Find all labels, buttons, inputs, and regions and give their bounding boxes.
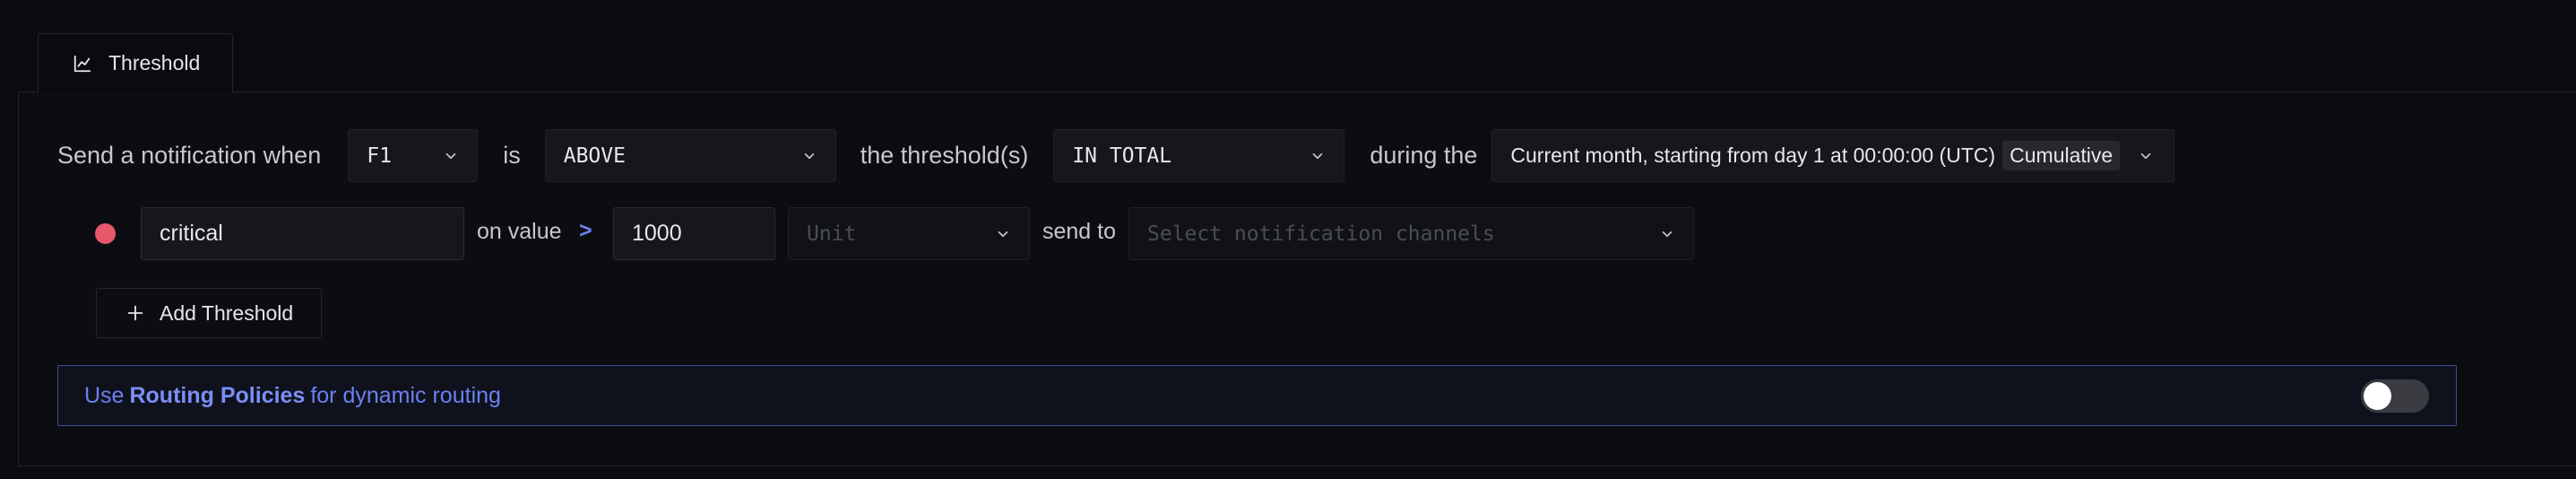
condition-prefix: Send a notification when bbox=[57, 142, 322, 169]
routing-policies-toggle[interactable] bbox=[2361, 379, 2429, 413]
severity-color-dot[interactable] bbox=[95, 223, 116, 244]
unit-placeholder: Unit bbox=[807, 222, 857, 246]
routing-suffix: for dynamic routing bbox=[310, 382, 501, 408]
threshold-name-input[interactable]: critical bbox=[141, 207, 464, 260]
alert-threshold-editor: Threshold Send a notification when F1 is… bbox=[0, 0, 2576, 479]
plus-icon bbox=[127, 305, 143, 321]
comparator-symbol[interactable]: > bbox=[579, 218, 592, 244]
toggle-knob bbox=[2364, 382, 2391, 410]
chevron-down-icon bbox=[445, 152, 456, 159]
send-to-label: send to bbox=[1042, 219, 1117, 244]
evaluation-window-select[interactable]: Current month, starting from day 1 at 00… bbox=[1491, 129, 2175, 182]
channels-placeholder: Select notification channels bbox=[1147, 222, 1495, 246]
match-type-select[interactable]: IN TOTAL bbox=[1053, 129, 1345, 182]
during-label: during the bbox=[1370, 142, 1478, 169]
notification-channels-select[interactable]: Select notification channels bbox=[1128, 207, 1694, 260]
tab-threshold[interactable]: Threshold bbox=[38, 33, 233, 92]
window-value: Current month, starting from day 1 at 00… bbox=[1510, 144, 1996, 167]
chevron-down-icon bbox=[2140, 152, 2151, 159]
threshold-row: critical on value > 1000 Unit send to Se… bbox=[0, 207, 2576, 260]
line-chart-icon bbox=[73, 55, 91, 72]
add-threshold-label: Add Threshold bbox=[160, 300, 294, 325]
operator-select[interactable]: ABOVE bbox=[544, 129, 836, 182]
tab-label: Threshold bbox=[108, 51, 201, 74]
unit-select[interactable]: Unit bbox=[788, 207, 1030, 260]
window-badge: Cumulative bbox=[2002, 141, 2121, 170]
metric-value: F1 bbox=[367, 144, 392, 168]
chevron-down-icon bbox=[804, 152, 815, 159]
threshold-label: the threshold(s) bbox=[860, 142, 1029, 169]
routing-prefix: Use bbox=[84, 382, 125, 408]
condition-row: Send a notification when F1 is ABOVE the… bbox=[57, 129, 2175, 182]
operator-value: ABOVE bbox=[563, 144, 626, 168]
is-label: is bbox=[503, 142, 521, 169]
threshold-value-input[interactable]: 1000 bbox=[613, 207, 775, 260]
add-threshold-button[interactable]: Add Threshold bbox=[96, 288, 322, 338]
metric-select[interactable]: F1 bbox=[348, 129, 479, 182]
routing-policies-banner: Use Routing Policies for dynamic routing bbox=[57, 365, 2457, 426]
on-value-label: on value bbox=[477, 219, 562, 244]
chevron-down-icon bbox=[1312, 152, 1323, 159]
match-type-value: IN TOTAL bbox=[1072, 144, 1172, 168]
chevron-down-icon bbox=[998, 231, 1008, 237]
routing-policies-link[interactable]: Routing Policies bbox=[129, 383, 305, 409]
threshold-name-value: critical bbox=[160, 221, 223, 246]
threshold-value: 1000 bbox=[632, 221, 682, 246]
chevron-down-icon bbox=[1662, 231, 1673, 237]
